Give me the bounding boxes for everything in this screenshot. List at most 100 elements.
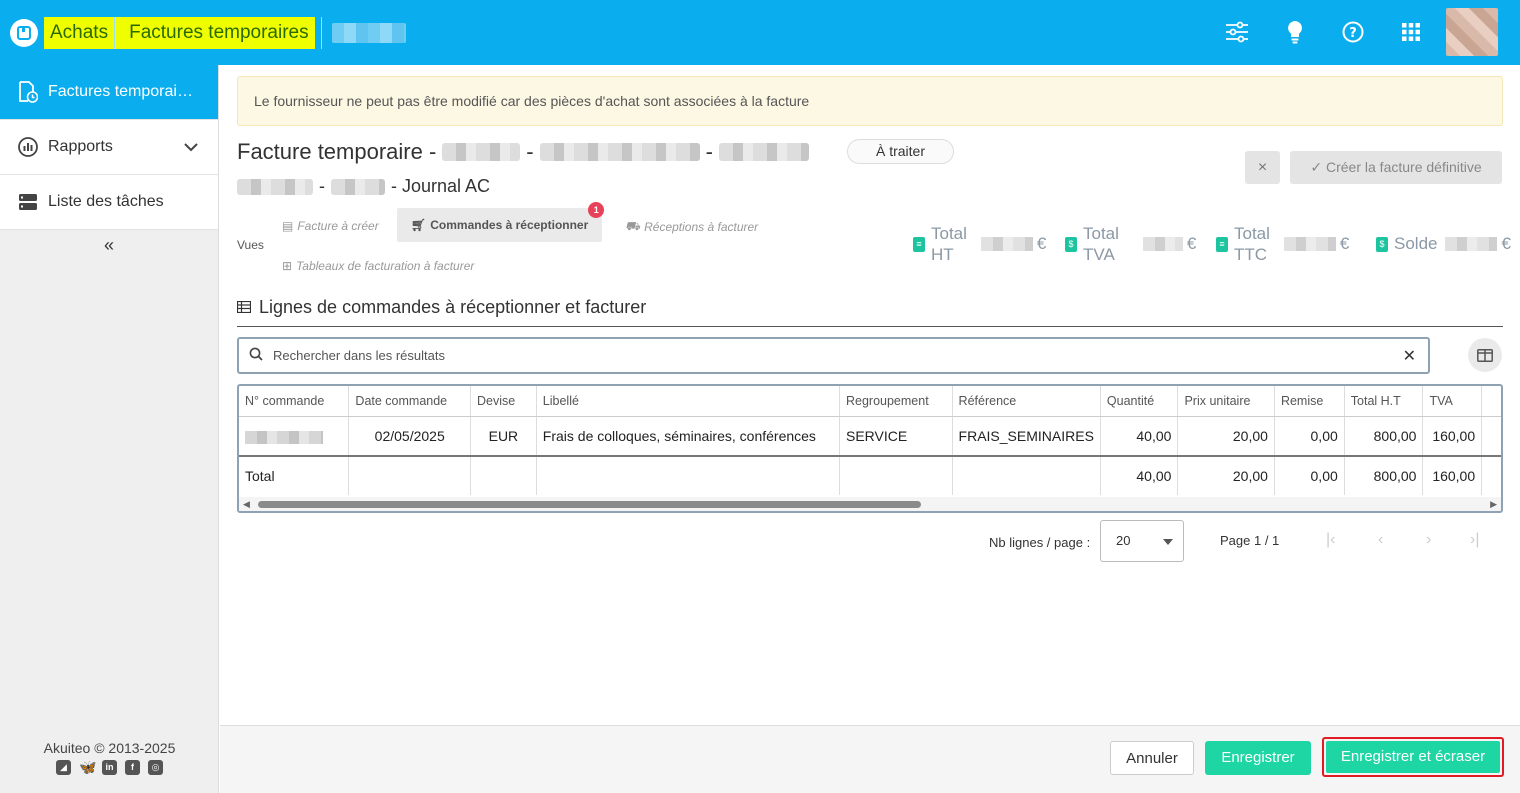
currency-symbol: €	[1186, 234, 1197, 253]
empty-cell	[839, 456, 953, 495]
section-title-text: Lignes de commandes à réceptionner et fa…	[259, 297, 647, 317]
page-indicator: Page 1 / 1	[1220, 533, 1280, 548]
solde: $ Solde €	[1376, 222, 1511, 266]
invoice-title: Facture temporaire - - -	[237, 139, 809, 165]
clear-search-icon[interactable]: ✕	[1403, 346, 1416, 366]
total-discount-cell: 0,00	[1274, 456, 1345, 495]
sidebar-item-factures-temporaires[interactable]: Factures temporai…	[0, 65, 218, 120]
column-header[interactable]: Quantité	[1100, 386, 1179, 417]
sliders-icon[interactable]	[1208, 8, 1266, 56]
status-badge: À traiter	[847, 139, 954, 164]
cancel-button[interactable]: Annuler	[1110, 741, 1194, 775]
search-field[interactable]: Rechercher dans les résultats ✕	[237, 337, 1430, 374]
last-page-icon[interactable]: ›|	[1470, 531, 1479, 549]
total-quantity-cell: 40,00	[1100, 456, 1179, 495]
rows-per-page-select[interactable]: 20	[1100, 520, 1184, 562]
tab-receptions-a-facturer[interactable]: ⛟ Réceptions à facturer	[625, 219, 758, 235]
next-page-icon[interactable]: ›	[1426, 531, 1431, 549]
columns-toggle-icon[interactable]	[1468, 338, 1502, 372]
total-label-cell: Total	[239, 456, 350, 495]
notification-badge: 1	[588, 202, 605, 218]
tab-commandes-a-receptionner[interactable]: 🛒︎ Commandes à réceptionner 1	[397, 202, 605, 242]
sidebar-item-rapports[interactable]: Rapports	[0, 120, 218, 175]
column-header[interactable]: Référence	[952, 386, 1101, 417]
top-icons: ?	[1208, 8, 1498, 56]
redacted-amount	[1445, 237, 1498, 251]
rows-per-page-value: 20	[1116, 533, 1131, 548]
total-label: Total	[931, 224, 967, 243]
table-row[interactable]: 02/05/2025 EUR Frais de colloques, sémin…	[239, 416, 1501, 457]
rows-per-page-label: Nb lignes / page :	[989, 535, 1091, 550]
apps-grid-icon[interactable]	[1382, 8, 1440, 56]
akuiteo-icon[interactable]: ◢	[56, 760, 71, 775]
currency-symbol: €	[1339, 234, 1350, 253]
total-label: Solde	[1394, 234, 1438, 253]
column-header[interactable]: Devise	[470, 386, 537, 417]
column-header[interactable]: TVA	[1422, 386, 1483, 417]
save-and-overwrite-label: Enregistrer et écraser	[1326, 741, 1500, 773]
caret-down-icon	[1163, 539, 1173, 545]
order-lines-grid: N° commande Date commande Devise Libellé…	[237, 384, 1503, 513]
total-ttc: ≡ Total TTC €	[1216, 222, 1349, 266]
create-final-invoice-button[interactable]: ✓ Créer la facture définitive	[1290, 151, 1502, 184]
overflow-cell	[1482, 456, 1501, 495]
column-header[interactable]: Total H.T	[1344, 386, 1424, 417]
column-header[interactable]: Remise	[1274, 386, 1345, 417]
overflow-cell	[1481, 416, 1501, 457]
close-button[interactable]: ×	[1245, 151, 1280, 184]
tab-tableaux-de-facturation[interactable]: ⊞ Tableaux de facturation à facturer	[282, 259, 474, 273]
section-title: Lignes de commandes à réceptionner et fa…	[236, 297, 647, 318]
total-tva: $ Total TVA €	[1065, 222, 1196, 266]
cart-icon: 🛒︎	[411, 218, 427, 232]
table-invoice-icon: ⊞	[282, 259, 293, 273]
search-input[interactable]: Rechercher dans les résultats	[273, 348, 445, 363]
journal-label: - Journal AC	[391, 176, 491, 196]
order-number-cell	[239, 416, 350, 457]
scrollbar-thumb[interactable]	[258, 501, 921, 508]
top-bar: Achats Factures temporaires ?	[0, 0, 1520, 65]
sidebar: Factures temporai… Rapports Liste des tâ…	[0, 65, 219, 793]
reference-cell: FRAIS_SEMINAIRES	[952, 416, 1101, 457]
help-icon[interactable]: ?	[1324, 8, 1382, 56]
linkedin-icon[interactable]: in	[102, 760, 117, 775]
sidebar-collapse-icon[interactable]: «	[0, 230, 218, 260]
redacted-number	[539, 143, 700, 161]
facebook-icon[interactable]: f	[125, 760, 140, 775]
views-label: Vues	[237, 238, 264, 252]
currency-cell: EUR	[470, 416, 537, 457]
currency-symbol: €	[1036, 234, 1047, 253]
action-bar: Annuler Enregistrer Enregistrer et écras…	[220, 725, 1520, 793]
tab-facture-a-creer[interactable]: ▤ Facture à créer	[282, 219, 379, 233]
redacted-amount	[1142, 237, 1183, 251]
save-and-overwrite-button[interactable]: Enregistrer et écraser	[1322, 737, 1504, 777]
instagram-icon[interactable]: ◎	[148, 760, 163, 775]
column-header[interactable]: Prix unitaire	[1177, 386, 1275, 417]
chevron-down-icon[interactable]	[184, 139, 198, 155]
task-list-icon	[17, 191, 39, 213]
sidebar-item-liste-des-taches[interactable]: Liste des tâches	[0, 175, 218, 230]
column-header[interactable]: Date commande	[348, 386, 471, 417]
scroll-right-icon[interactable]: ▶	[1490, 499, 1497, 510]
scroll-left-icon[interactable]: ◀	[243, 499, 250, 510]
empty-cell	[348, 456, 471, 495]
sidebar-item-label: Liste des tâches	[48, 193, 164, 210]
previous-page-icon[interactable]: ‹	[1378, 531, 1383, 549]
first-page-icon[interactable]: |‹	[1326, 531, 1335, 549]
save-button[interactable]: Enregistrer	[1205, 741, 1311, 775]
document-icon: ≡	[1216, 236, 1228, 252]
total-ht-cell: 800,00	[1344, 416, 1424, 457]
breadcrumb-achats[interactable]: Achats	[44, 16, 115, 49]
app-logo-icon[interactable]	[10, 18, 38, 47]
social-links: ◢ 🦋 in f ◎	[0, 760, 219, 775]
user-avatar[interactable]	[1446, 8, 1498, 56]
data-table: N° commande Date commande Devise Libellé…	[239, 386, 1501, 495]
lightbulb-icon[interactable]	[1266, 8, 1324, 56]
horizontal-scrollbar[interactable]: ◀ ▶	[239, 497, 1501, 511]
column-header[interactable]: Libellé	[536, 386, 840, 417]
column-header[interactable]: Regroupement	[839, 386, 953, 417]
bluesky-icon[interactable]: 🦋	[79, 760, 96, 775]
breadcrumb-factures-temporaires[interactable]: Factures temporaires	[115, 16, 315, 49]
tva-cell: 160,00	[1422, 416, 1483, 457]
redacted-code	[331, 178, 385, 195]
column-header[interactable]: N° commande	[239, 386, 350, 417]
